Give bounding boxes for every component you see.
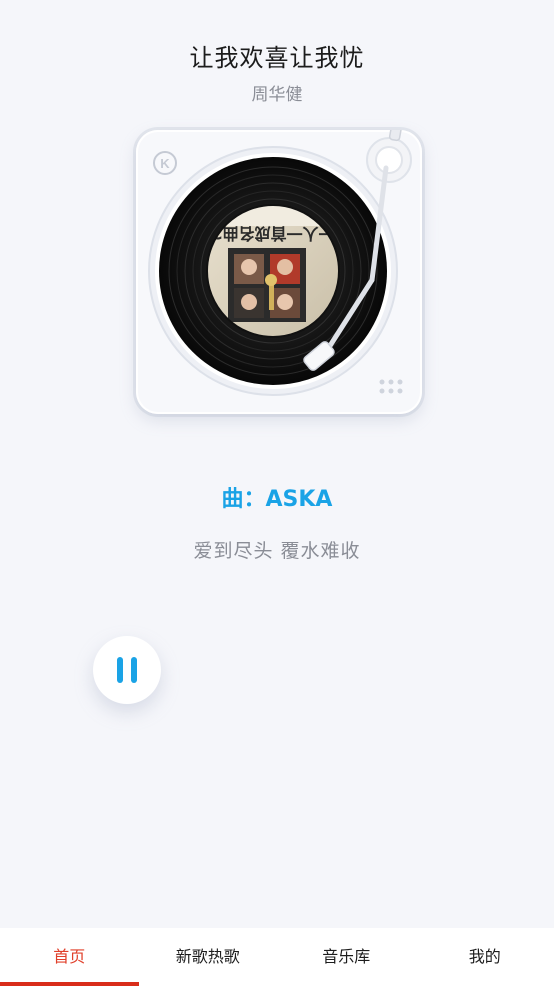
song-title: 让我欢喜让我忧 xyxy=(189,44,365,72)
tab-home[interactable]: 首页 xyxy=(0,928,139,986)
pause-icon xyxy=(117,657,137,683)
tab-label: 新歌热歌 xyxy=(175,947,240,966)
composer-credit: 曲：ASKA xyxy=(221,487,333,512)
current-lyric: 爱到尽头 覆水难收 xyxy=(193,540,361,562)
turntable-graphic: K 一人一首成名曲2 xyxy=(148,130,412,396)
tab-label: 我的 xyxy=(468,947,501,966)
logo-letter: K xyxy=(160,156,170,171)
k-logo-icon: K xyxy=(153,151,177,175)
tab-new-hot-songs[interactable]: 新歌热歌 xyxy=(139,928,278,986)
active-tab-indicator xyxy=(0,982,139,986)
album-cover-text: 一人一首成名曲2 xyxy=(211,224,334,243)
turntable: K 一人一首成名曲2 xyxy=(136,130,422,414)
speaker-dots-icon xyxy=(379,379,403,394)
artist-name: 周华健 xyxy=(251,85,303,105)
tab-mine[interactable]: 我的 xyxy=(416,928,554,986)
player-page: 让我欢喜让我忧 周华健 K 一人一首成名曲2 曲：ASKA 爱到尽头 覆水难收 … xyxy=(0,0,554,986)
tab-music-library[interactable]: 音乐库 xyxy=(277,928,416,986)
tab-label: 音乐库 xyxy=(322,947,371,966)
tab-label: 首页 xyxy=(53,947,86,966)
bottom-tab-bar: 首页 新歌热歌 音乐库 我的 xyxy=(0,928,554,986)
pause-button[interactable] xyxy=(93,636,161,704)
